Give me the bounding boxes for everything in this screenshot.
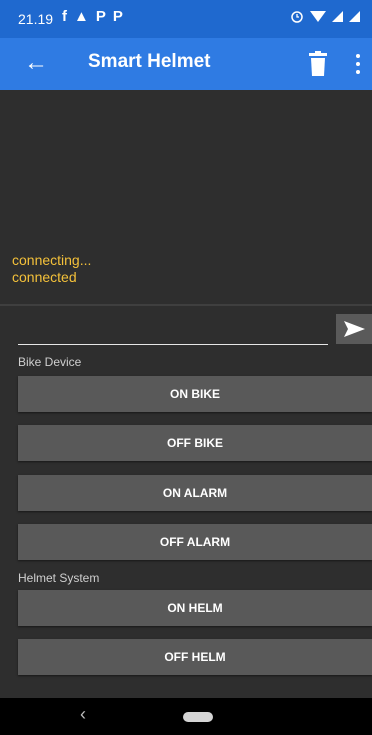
- trash-icon[interactable]: [306, 51, 330, 77]
- section-label-helmet: Helmet System: [18, 571, 100, 585]
- notification-icons: f ▲ P P: [62, 8, 123, 25]
- facebook-icon: f: [62, 8, 67, 25]
- status-bar: 21.19 f ▲ P P: [0, 0, 372, 38]
- ship-icon: ▲: [74, 8, 89, 25]
- system-icons: [290, 9, 360, 23]
- parking-icon: P: [95, 8, 106, 25]
- log-line: connecting...: [12, 252, 92, 268]
- log-output: connecting... connected: [0, 90, 372, 304]
- status-time: 21.19: [18, 11, 54, 27]
- signal-icon: [349, 10, 360, 22]
- app-bar: ← Smart Helmet: [0, 38, 372, 90]
- app-title: Smart Helmet: [88, 51, 211, 72]
- off-alarm-button[interactable]: OFF ALARM: [18, 524, 372, 560]
- log-lines: connecting... connected: [12, 252, 91, 286]
- signal-icon: [332, 10, 343, 22]
- alarm-icon: [291, 11, 303, 23]
- navigation-bar: ‹: [0, 698, 372, 735]
- send-button[interactable]: [336, 314, 372, 344]
- divider: [0, 304, 372, 306]
- phone-screen: 21.19 f ▲ P P ← Smart Helmet connecting.…: [0, 0, 372, 735]
- wifi-icon: [310, 10, 326, 22]
- parking-icon: P: [112, 8, 123, 25]
- off-helm-button[interactable]: OFF HELM: [18, 639, 372, 675]
- on-alarm-button[interactable]: ON ALARM: [18, 475, 372, 511]
- on-bike-button[interactable]: ON BIKE: [18, 376, 372, 412]
- send-icon: [344, 321, 365, 337]
- nav-back-icon[interactable]: ‹: [80, 704, 86, 725]
- section-label-bike: Bike Device: [18, 355, 82, 369]
- off-bike-button[interactable]: OFF BIKE: [18, 425, 372, 461]
- more-options-icon[interactable]: [350, 50, 364, 78]
- back-arrow-icon[interactable]: ←: [24, 48, 56, 80]
- nav-home-pill[interactable]: [183, 712, 213, 722]
- message-input[interactable]: [18, 312, 328, 345]
- on-helm-button[interactable]: ON HELM: [18, 590, 372, 626]
- log-line: connected: [12, 269, 77, 285]
